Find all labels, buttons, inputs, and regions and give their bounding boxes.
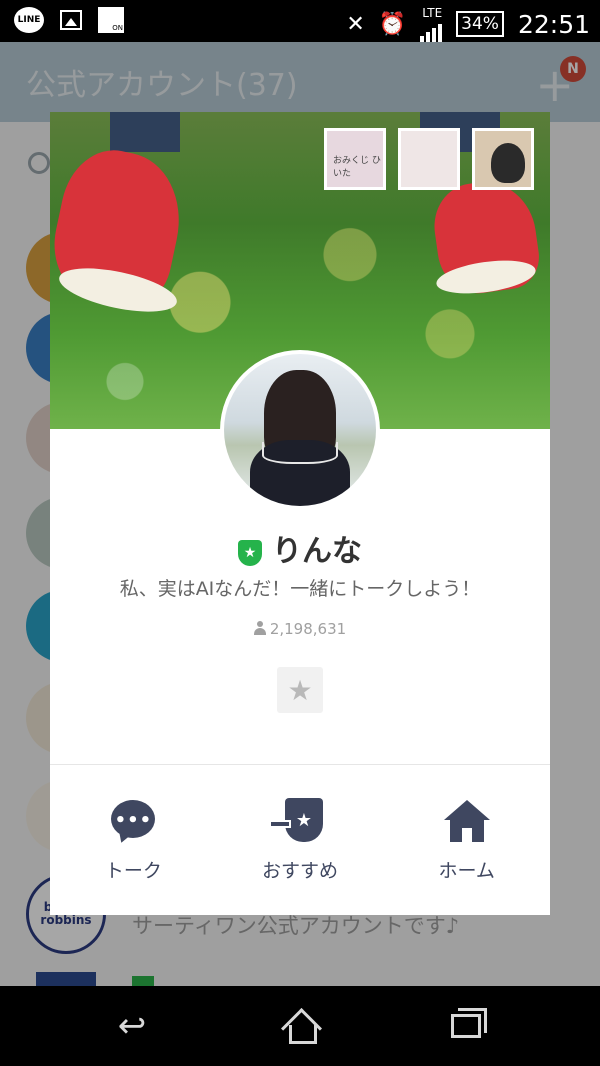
divider [50,764,550,765]
back-button[interactable]: ↩ [102,1006,162,1046]
follower-number: 2,198,631 [269,620,347,638]
home-outline-icon [283,1011,317,1044]
battery-indicator: 34% [456,11,504,37]
action-bar: ••• トーク ★ おすすめ ホーム [50,798,550,888]
recent-apps-button[interactable] [436,1006,496,1046]
verified-icon: ★ [238,539,262,566]
avatar-collar [262,442,338,464]
image-notification-icon [60,10,82,30]
person-icon [253,621,266,635]
recommend-label: おすすめ [262,860,339,882]
profile-avatar[interactable] [220,350,380,510]
cover-thumbnail[interactable] [398,128,460,190]
clock: 22:51 [517,9,590,39]
back-icon: ↩ [117,1006,147,1046]
line-notification-icon: LINE [14,7,44,33]
cover-jeans [110,112,180,152]
home-label: ホーム [438,860,495,882]
system-nav-bar: ↩ [0,986,600,1066]
profile-name-row: ★ りんな [50,526,550,570]
favorite-button[interactable]: ★ [277,667,323,713]
battery-level: 34% [461,14,499,34]
talk-button[interactable]: ••• トーク [50,798,217,888]
home-button[interactable]: ホーム [383,798,550,888]
profile-name: りんな [272,534,362,569]
nfc-label: ON [112,24,123,32]
home-nav-button[interactable] [270,1006,330,1046]
cover-thumbnail[interactable]: おみくじ ひいた [324,128,386,190]
profile-popup: おみくじ ひいた ★ りんな 私、実はAIなんだ！一緒にトークしよう！ 2,198… [50,112,550,915]
talk-label: トーク [104,860,162,882]
nfc-icon: ON [98,7,124,33]
avatar-photo [224,354,376,506]
network-type: LTE [422,6,443,20]
signal-icon [420,20,443,42]
cover-thumbnails: おみくじ ひいた [324,128,534,190]
recent-apps-icon [451,1008,487,1038]
vibrate-off-icon: ✕ [346,11,365,37]
talk-icon: ••• [110,798,156,844]
recommend-button[interactable]: ★ おすすめ [217,798,384,888]
alarm-icon: ⏰ [378,11,407,37]
status-bar: LINE ON ✕ ⏰ LTE 34% 22:51 [0,0,600,42]
line-icon-label: LINE [17,15,41,25]
recommend-icon: ★ [269,798,323,844]
home-icon [443,798,490,844]
thumbnail-text: おみくじ ひいた [333,156,381,179]
follower-count: 2,198,631 [50,620,550,638]
cover-thumbnail[interactable] [472,128,534,190]
star-icon: ★ [287,673,313,707]
status-message: 私、実はAIなんだ！一緒にトークしよう！ [119,578,481,600]
